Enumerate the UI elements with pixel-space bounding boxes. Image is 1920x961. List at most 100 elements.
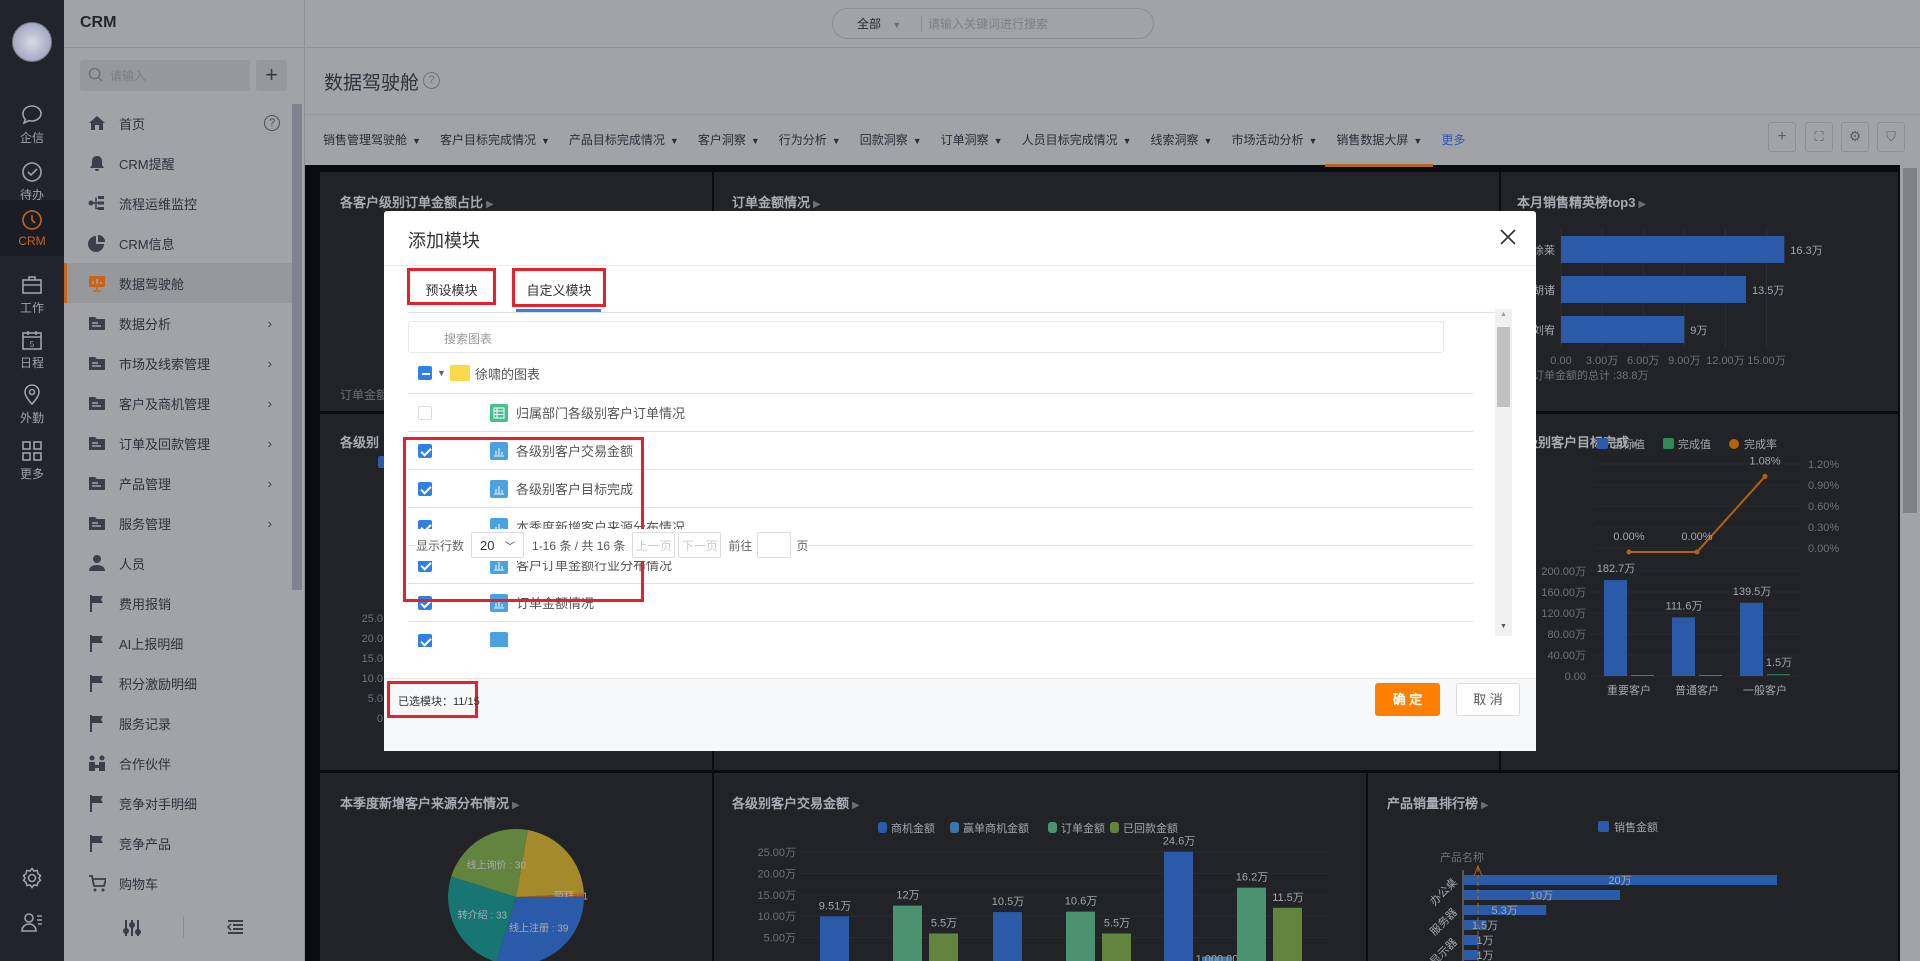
- tab-dashboard[interactable]: 产品目标完成情况 ▼: [569, 131, 679, 148]
- chart-list-row[interactable]: 归属部门各级别客户订单情况: [408, 394, 1473, 432]
- tab-dashboard[interactable]: 销售管理驾驶舱 ▼: [323, 131, 421, 148]
- tab-dashboard[interactable]: 客户洞察 ▼: [698, 131, 760, 148]
- tab-label: 销售数据大屏: [1336, 132, 1409, 147]
- help-icon[interactable]: ?: [264, 115, 280, 131]
- panel-title[interactable]: 订单金额情况 ▶: [732, 192, 821, 211]
- caret-down-icon: ▼: [669, 135, 679, 146]
- tab-dashboard[interactable]: 行为分析 ▼: [779, 131, 841, 148]
- sidebar-item-label: 积分激励明细: [119, 676, 198, 692]
- tab-custom-modules[interactable]: 自定义模块: [512, 268, 606, 307]
- tab-dashboard[interactable]: 市场活动分析 ▼: [1231, 131, 1317, 148]
- sidebar-item[interactable]: 购物车: [64, 863, 292, 903]
- briefcase-icon: [22, 275, 42, 294]
- sidebar-item[interactable]: 竞争产品: [64, 823, 292, 863]
- add-menu-button[interactable]: +: [256, 60, 287, 91]
- tab-dashboard[interactable]: 线索洞察 ▼: [1151, 131, 1213, 148]
- tab-label: 行为分析: [778, 132, 827, 147]
- sidebar-item[interactable]: 服务管理 ›: [64, 503, 292, 543]
- sidebar-item[interactable]: 客户及商机管理 ›: [64, 383, 292, 423]
- nav-grid[interactable]: 更多: [0, 432, 64, 488]
- check-circle-icon: [22, 161, 42, 182]
- tab-preset-modules[interactable]: 预设模块: [407, 268, 496, 305]
- nav-label: 外勤: [19, 410, 44, 425]
- sidebar-item[interactable]: 流程运维监控: [64, 183, 292, 223]
- tab-dashboard[interactable]: 人员目标完成情况 ▼: [1022, 131, 1132, 148]
- sidebar-search-input[interactable]: 请输入: [80, 60, 250, 91]
- chart-list-row-partial[interactable]: [408, 622, 1473, 647]
- settings-icon[interactable]: [20, 866, 44, 890]
- tab-dashboard[interactable]: 销售数据大屏 ▼: [1325, 131, 1434, 167]
- folder-checkbox[interactable]: [418, 366, 432, 380]
- help-icon[interactable]: ?: [423, 72, 440, 89]
- sidebar-item[interactable]: 积分激励明细: [64, 663, 292, 703]
- confirm-button[interactable]: 确 定: [1375, 683, 1440, 716]
- nav-clock[interactable]: CRM: [0, 200, 64, 256]
- tab-dashboard[interactable]: 客户目标完成情况 ▼: [440, 131, 550, 148]
- rows-per-page-select[interactable]: 20 ﹀: [471, 532, 525, 558]
- settings-gear-button[interactable]: ⚙: [1841, 122, 1869, 152]
- tab-dashboard[interactable]: 订单洞察 ▼: [941, 131, 1003, 148]
- shield-button[interactable]: ⛉: [1877, 122, 1905, 152]
- nav-location[interactable]: 外勤: [0, 376, 64, 432]
- row-checkbox[interactable]: [418, 633, 432, 647]
- user-profile-icon[interactable]: [20, 910, 44, 934]
- sidebar-item[interactable]: 服务记录: [64, 703, 292, 743]
- panel-title[interactable]: 各级别: [340, 432, 379, 451]
- nav-briefcase[interactable]: 工作: [0, 266, 64, 322]
- row-checkbox[interactable]: [418, 405, 432, 420]
- panel-title[interactable]: 各客户级别订单金额占比 ▶: [340, 192, 494, 211]
- partners-icon: [88, 754, 106, 772]
- dialog-title: 添加模块: [408, 231, 480, 251]
- sidebar-item[interactable]: 订单及回款管理 ›: [64, 423, 292, 463]
- sidebar-item[interactable]: 费用报销: [64, 583, 292, 623]
- global-search[interactable]: 全部 ▼ 请输入关键词进行搜索: [832, 8, 1154, 39]
- sidebar-item[interactable]: 合作伙伴: [64, 743, 292, 783]
- sidebar-item[interactable]: 数据驾驶舱: [64, 263, 292, 303]
- next-page-button[interactable]: 下一页: [678, 532, 722, 558]
- tab-dashboard[interactable]: 回款洞察 ▼: [860, 131, 922, 148]
- panel-title[interactable]: 产品销量排行榜 ▶: [1387, 793, 1489, 812]
- sidebar-item-label: CRM信息: [119, 236, 175, 252]
- close-icon[interactable]: [1496, 225, 1520, 249]
- goto-page-input[interactable]: [757, 532, 792, 558]
- sidebar-item[interactable]: CRM提醒: [64, 143, 292, 183]
- panel-title[interactable]: 各级别客户交易金额 ▶: [732, 793, 860, 812]
- nav-chat[interactable]: 企信: [0, 96, 64, 152]
- scroll-down-icon[interactable]: ▼: [1500, 623, 1507, 630]
- page-unit-label: 页: [796, 538, 809, 553]
- page-scrollbar-thumb[interactable]: [1903, 168, 1917, 513]
- panel-title[interactable]: 本月销售精英榜top3 ▶: [1517, 192, 1646, 211]
- nav-calendar[interactable]: 5 日程: [0, 321, 64, 377]
- cancel-button[interactable]: 取 消: [1456, 683, 1520, 716]
- sidebar-item-label: 数据驾驶舱: [119, 276, 185, 292]
- sidebar-scrollbar[interactable]: [292, 104, 302, 590]
- chevron-right-icon: ›: [267, 515, 272, 531]
- sidebar-item-label: 竞争产品: [119, 836, 172, 852]
- panel-title[interactable]: 本季度新增客户来源分布情况 ▶: [340, 793, 520, 812]
- collapse-menu-icon[interactable]: [226, 918, 244, 939]
- toolbar-divider: [183, 916, 184, 938]
- sidebar-item[interactable]: 产品管理 ›: [64, 463, 292, 503]
- prev-page-button[interactable]: 上一页: [632, 532, 676, 558]
- search-scope-select[interactable]: 全部 ▼: [833, 15, 921, 32]
- company-logo-avatar[interactable]: [12, 22, 52, 62]
- sidebar-item[interactable]: AI上报明细: [64, 623, 292, 663]
- folder-row[interactable]: ▼ 徐啸的图表: [408, 353, 1473, 394]
- sliders-icon[interactable]: [122, 918, 142, 941]
- sidebar-item[interactable]: 市场及线索管理 ›: [64, 343, 292, 383]
- dashboard-icon: [88, 274, 106, 292]
- flag-icon: [88, 634, 106, 652]
- sidebar-item[interactable]: 数据分析 ›: [64, 303, 292, 343]
- tab-more[interactable]: 更多: [1441, 131, 1465, 148]
- scroll-up-icon[interactable]: ▲: [1500, 311, 1507, 318]
- sidebar-item[interactable]: 人员: [64, 543, 292, 583]
- fullscreen-button[interactable]: ⛶: [1805, 122, 1833, 152]
- sidebar-item[interactable]: CRM信息: [64, 223, 292, 263]
- add-module-button[interactable]: +: [1768, 122, 1796, 152]
- caret-down-icon[interactable]: ▼: [437, 368, 446, 378]
- chart-search-input[interactable]: 搜索图表: [408, 321, 1444, 353]
- sidebar-item[interactable]: 竞争对手明细: [64, 783, 292, 823]
- sidebar-item[interactable]: 首页?: [64, 103, 292, 143]
- list-scrollbar-thumb[interactable]: [1497, 327, 1510, 407]
- global-search-input[interactable]: 请输入关键词进行搜索: [928, 15, 1048, 32]
